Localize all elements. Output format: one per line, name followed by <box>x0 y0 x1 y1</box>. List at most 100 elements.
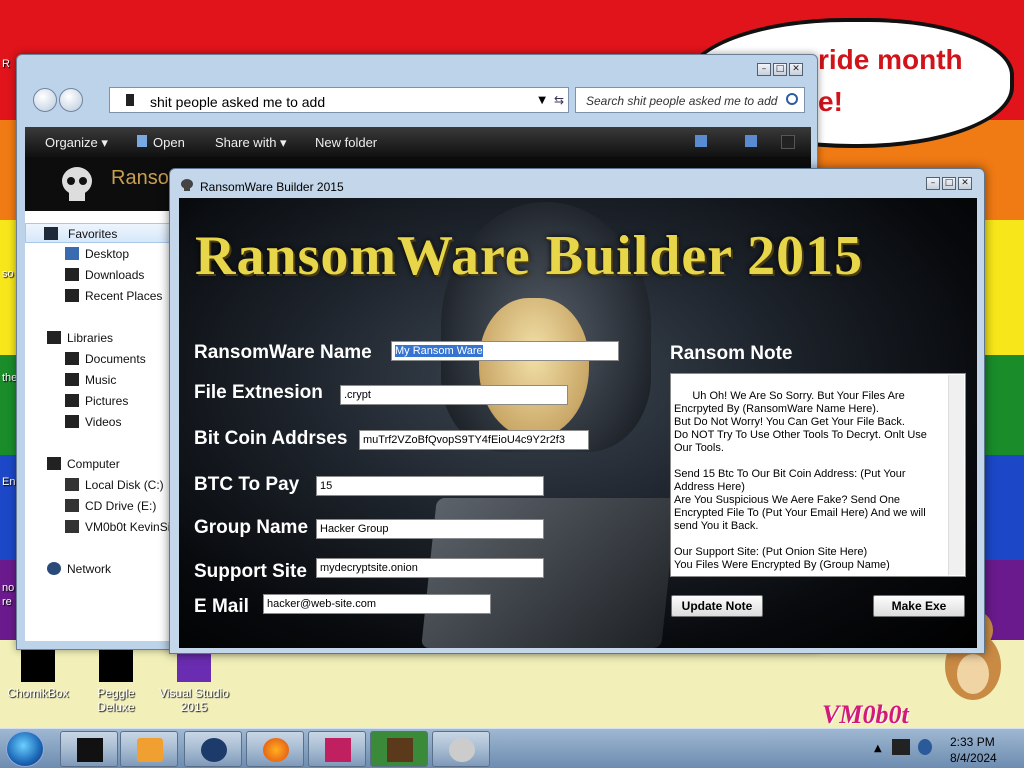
taskbar-item-firefox[interactable] <box>246 731 304 767</box>
make-exe-button[interactable]: Make Exe <box>873 595 965 617</box>
libraries-icon <box>47 331 61 344</box>
taskbar-item-minecraft[interactable] <box>370 731 428 767</box>
peggle-icon <box>99 648 133 682</box>
desktop-icon <box>65 247 79 260</box>
system-tray: ▲ 2:33 PM 8/4/2024 <box>870 729 1024 768</box>
maximize-icon[interactable]: □ <box>942 177 956 190</box>
nav-item-videos[interactable]: Videos <box>25 412 177 432</box>
terminal-icon <box>77 738 103 762</box>
nav-item-documents[interactable]: Documents <box>25 349 177 369</box>
update-note-button[interactable]: Update Note <box>671 595 763 617</box>
downloads-icon <box>65 268 79 281</box>
taskbar-item-app[interactable] <box>308 731 366 767</box>
desktop-icon-visual-studio[interactable]: Visual Studio 2015 <box>156 648 232 714</box>
desktop-edge-label: R <box>2 58 10 70</box>
back-button[interactable] <box>33 88 57 112</box>
taskbar: ▲ 2:33 PM 8/4/2024 <box>0 728 1024 768</box>
email-input[interactable]: hacker@web-site.com <box>263 594 491 614</box>
nav-item-vm-share[interactable]: VM0b0t KevinSite <box>25 517 180 537</box>
tray-expand-icon[interactable]: ▲ <box>874 743 882 754</box>
nav-label: Pictures <box>85 394 129 408</box>
nav-label: Downloads <box>85 268 145 282</box>
nav-item-favorites[interactable]: Favorites <box>25 223 177 243</box>
preview-pane-icon[interactable] <box>745 135 757 147</box>
nav-item-libraries[interactable]: Libraries <box>25 328 177 348</box>
forward-button[interactable] <box>59 88 83 112</box>
ransom-note-scrollbar[interactable] <box>948 375 964 575</box>
desktop-icon-peggle[interactable]: Peggle Deluxe <box>78 648 154 714</box>
cd-drive-icon <box>65 499 79 512</box>
refresh-icon[interactable]: ⇆ <box>554 93 564 107</box>
builder-heading: RansomWare Builder 2015 <box>195 225 864 287</box>
desktop-edge-label: so <box>2 268 14 280</box>
bubble-text-line1: ride month <box>818 44 963 75</box>
builder-window-title: RansomWare Builder 2015 <box>200 180 344 194</box>
organize-button[interactable]: Organize ▾ <box>45 135 108 151</box>
desktop-edge-label: no <box>2 582 15 594</box>
nav-label: Computer <box>67 457 120 471</box>
start-button[interactable] <box>6 731 44 767</box>
minimize-icon[interactable]: – <box>926 177 940 190</box>
group-name-input[interactable]: Hacker Group <box>316 519 544 539</box>
volume-icon[interactable] <box>918 739 932 755</box>
taskbar-item-terminal[interactable] <box>60 731 118 767</box>
label-email: E Mail <box>194 596 249 617</box>
taskbar-item-ransomware-builder[interactable] <box>432 731 490 767</box>
ransom-note-textarea[interactable]: Uh Oh! We Are So Sorry. But Your Files A… <box>670 373 966 577</box>
nav-label: CD Drive (E:) <box>85 499 157 513</box>
nav-item-desktop[interactable]: Desktop <box>25 244 177 264</box>
label-ransomware-name: RansomWare Name <box>194 342 372 363</box>
nav-item-local-disk[interactable]: Local Disk (C:) <box>25 475 177 495</box>
music-icon <box>65 373 79 386</box>
desktop-icon-label: Visual Studio 2015 <box>159 686 229 714</box>
label-bitcoin-address: Bit Coin Addrses <box>194 428 348 449</box>
network-tray-icon[interactable] <box>892 739 910 755</box>
explorer-toolbar: Organize ▾ Open Share with ▾ New folder <box>25 127 811 157</box>
ransom-note-text: Uh Oh! We Are So Sorry. But Your Files A… <box>674 390 927 571</box>
firefox-icon <box>263 738 289 762</box>
close-icon[interactable]: ✕ <box>958 177 972 190</box>
search-icon[interactable] <box>786 93 798 105</box>
desktop-icon-chomikbox[interactable]: ChomikBox <box>0 648 76 700</box>
clock-date[interactable]: 8/4/2024 <box>950 751 997 765</box>
nav-item-recent-places[interactable]: Recent Places <box>25 286 177 306</box>
ransomware-name-input[interactable]: My Ransom Ware <box>391 341 619 361</box>
search-placeholder: Search shit people asked me to add <box>586 94 778 108</box>
nav-item-cd-drive[interactable]: CD Drive (E:) <box>25 496 177 516</box>
share-with-button[interactable]: Share with ▾ <box>215 135 287 151</box>
media-player-icon <box>137 738 163 762</box>
new-folder-button[interactable]: New folder <box>315 135 377 150</box>
close-icon[interactable]: ✕ <box>789 63 803 76</box>
search-input[interactable]: Search shit people asked me to add <box>575 87 805 113</box>
nav-item-music[interactable]: Music <box>25 370 177 390</box>
label-ransom-note: Ransom Note <box>670 343 793 364</box>
taskbar-item-globe[interactable] <box>184 731 242 767</box>
network-icon <box>47 562 61 575</box>
address-row: shit people asked me to add ▼ ⇆ Search s… <box>29 85 807 115</box>
nav-item-pictures[interactable]: Pictures <box>25 391 177 411</box>
open-label: Open <box>153 135 185 150</box>
nav-item-downloads[interactable]: Downloads <box>25 265 177 285</box>
view-icon[interactable] <box>695 135 707 147</box>
address-bar[interactable]: shit people asked me to add ▼ ⇆ <box>109 87 569 113</box>
nav-item-computer[interactable]: Computer <box>25 454 177 474</box>
nav-label: Desktop <box>85 247 130 261</box>
desktop-icon-label: ChomikBox <box>7 686 69 700</box>
maximize-icon[interactable]: □ <box>773 63 787 76</box>
clock-time[interactable]: 2:33 PM <box>950 735 995 749</box>
address-text: shit people asked me to add <box>150 94 326 110</box>
skull-icon <box>181 179 193 191</box>
file-extension-input[interactable]: .crypt <box>340 385 568 405</box>
btc-to-pay-input[interactable]: 15 <box>316 476 544 496</box>
nav-label: Network <box>67 562 112 576</box>
chevron-down-icon[interactable]: ▼ <box>538 95 546 106</box>
nav-item-network[interactable]: Network <box>25 559 177 579</box>
minimize-icon[interactable]: – <box>757 63 771 76</box>
nav-label: Favorites <box>68 227 118 241</box>
taskbar-item-media-player[interactable] <box>120 731 178 767</box>
bitcoin-address-input[interactable]: muTrf2VZoBfQvopS9TY4fEioU4c9Y2r2f3 <box>359 430 589 450</box>
support-site-input[interactable]: mydecryptsite.onion <box>316 558 544 578</box>
open-icon <box>137 135 147 147</box>
open-button[interactable]: Open <box>137 135 185 150</box>
help-icon[interactable] <box>781 135 795 149</box>
